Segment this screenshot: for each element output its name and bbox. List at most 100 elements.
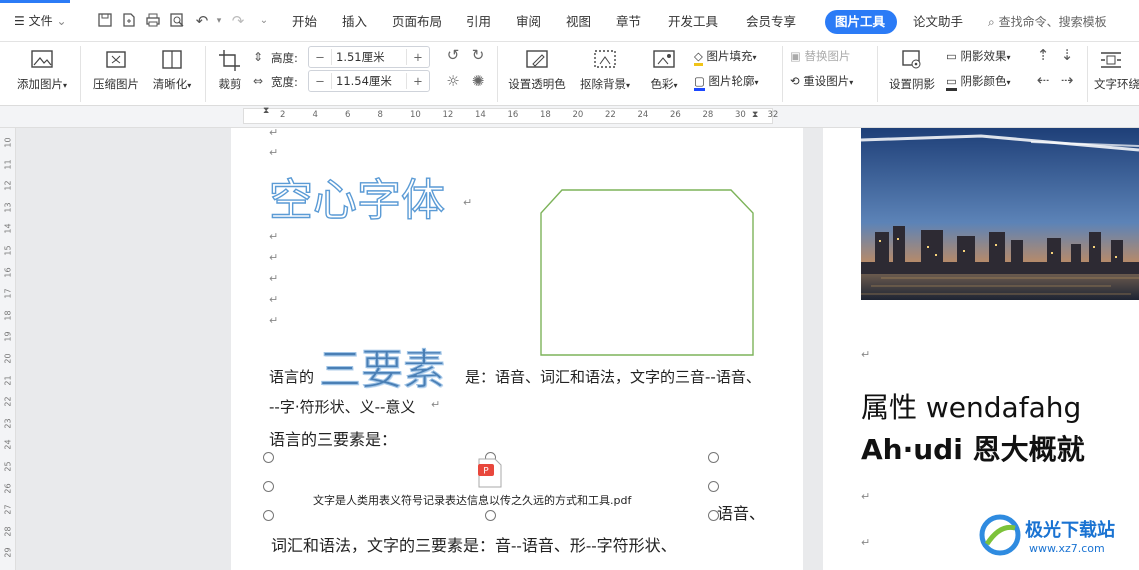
image-fill-button[interactable]: ◇ 图片填充▾ [694,48,757,66]
tab-developer[interactable]: 开发工具 [668,10,718,34]
tab-page-layout[interactable]: 页面布局 [392,10,442,34]
height-input[interactable]: 1.51厘米 [331,49,407,65]
octagon-shape[interactable] [540,189,754,357]
shadow-color-button[interactable]: ▭ 阴影颜色▾ [946,73,1011,91]
reset-image-button[interactable]: ⟲ 重设图片▾ [790,73,853,89]
dropdown-arrow-icon: ▾ [1006,78,1011,87]
watermark-url: www.xz7.com [1029,542,1105,555]
quick-access-more-icon[interactable]: ⌄ [255,12,273,30]
shadow-effect-button[interactable]: ▭ 阴影效果▾ [946,48,1011,64]
set-shadow-button[interactable]: 设置阴影 [885,48,939,92]
ruler-tick-label: 8 [377,110,383,120]
reset-image-label: 重设图片 [803,74,850,88]
shadow-effect-icon: ▭ [946,49,957,63]
set-transparent-color-button[interactable]: 设置透明色 [505,48,569,92]
resize-handle[interactable] [263,481,274,492]
ruler-tick-label: 6 [345,110,351,120]
body-line-2: --字·符形状、义--意义 [269,398,416,416]
tab-picture-tools[interactable]: 图片工具 [825,10,897,34]
ruler-tick-label: 10 [3,137,13,148]
resize-handle[interactable] [708,452,719,463]
paragraph-mark: ↵ [861,348,871,361]
ruler-tick-label: 26 [3,483,13,494]
increase-width-button[interactable]: + [407,74,429,88]
print-preview-icon[interactable] [168,12,186,30]
ruler-tick-label: 22 [3,396,13,407]
set-shadow-label: 设置阴影 [889,77,935,91]
tab-review[interactable]: 审阅 [516,10,541,34]
ribbon-divider [1087,46,1088,102]
rotate-left-icon[interactable]: ↺ [444,46,462,64]
crop-button[interactable]: 裁剪 [213,48,247,92]
compress-image-icon [106,51,126,68]
width-label: 宽度: [271,75,298,89]
shadow-up-icon[interactable]: ⇡ [1034,46,1052,64]
increase-height-button[interactable]: + [407,50,429,64]
text-wrap-icon [1101,52,1121,68]
shadow-down-icon[interactable]: ⇣ [1058,46,1076,64]
paragraph-mark: ↵ [269,230,279,243]
export-pdf-icon[interactable] [120,12,138,30]
document-page-2[interactable]: ↵ 属性 wendafahg Ah·udi 恩大概就 ↵ ↵ 极光下载站 www… [823,128,1139,570]
replace-image-button[interactable]: ▣ 替换图片 [790,48,851,64]
text-wrap-button[interactable]: 文字环绕 [1094,48,1139,92]
decrease-width-button[interactable]: − [309,74,331,88]
shadow-color-icon: ▭ [946,74,957,91]
paragraph-mark: ↵ [269,272,279,285]
rotate-right-icon[interactable]: ↻ [469,46,487,64]
tab-member[interactable]: 会员专享 [746,10,796,34]
clarify-button[interactable]: 清晰化▾ [148,48,196,92]
save-icon[interactable] [96,12,114,30]
brightness-down-icon[interactable]: ✺ [469,72,487,90]
chevron-down-icon: ⌄ [56,14,67,28]
search-input[interactable]: 查找命令、搜索模板 [999,15,1107,29]
document-page[interactable]: ↵ ↵ 空心字体 ↵ ↵ ↵ ↵ ↵ ↵ 语言的 三要素 是：语音、词汇和语法，… [231,126,803,570]
tab-insert[interactable]: 插入 [342,10,367,34]
width-input[interactable]: 11.54厘米 [331,73,407,89]
resize-handle[interactable] [263,510,274,521]
height-stepper[interactable]: − 1.51厘米 + [308,46,430,68]
color-button[interactable]: 色彩▾ [644,48,684,92]
decrease-height-button[interactable]: − [309,50,331,64]
remove-background-button[interactable]: 抠除背景▾ [575,48,635,92]
ribbon-divider [205,46,206,102]
ruler-tick-label: 25 [3,461,13,472]
undo-icon[interactable]: ↶ [193,12,211,30]
image-outline-button[interactable]: ▢ 图片轮廓▾ [694,73,759,91]
tab-home[interactable]: 开始 [292,10,317,34]
horizontal-ruler[interactable]: ⧗ ⧗ 2 4 6 8 10 12 14 16 18 20 22 24 26 28 30 32 [0,106,1139,128]
wordart-three-elements[interactable]: 三要素 [318,336,445,397]
indent-marker[interactable]: ⧗ [263,106,269,116]
pdf-attachment-object[interactable]: P 文字是人类用表义符号记录表达信息以传之久远的方式和工具.pdf [263,452,719,521]
watermark-swirl-icon [979,514,1021,556]
width-stepper[interactable]: − 11.54厘米 + [308,70,430,92]
resize-handle[interactable] [708,481,719,492]
resize-handle[interactable] [485,510,496,521]
brightness-up-icon[interactable]: ☼ [444,72,462,90]
tab-thesis-assistant[interactable]: 论文助手 [913,10,963,34]
shadow-left-icon[interactable]: ⇠ [1034,71,1052,89]
file-menu[interactable]: ☰ 文件 ⌄ [14,10,67,32]
tab-references[interactable]: 引用 [466,10,491,34]
ruler-tick-label: 24 [3,439,13,450]
city-night-photo[interactable] [861,128,1139,300]
set-transparent-label: 设置透明色 [508,77,566,91]
resize-handle[interactable] [263,452,274,463]
ribbon-divider [877,46,878,102]
right-indent-marker[interactable]: ⧗ [752,110,758,120]
tab-chapter[interactable]: 章节 [616,10,641,34]
tab-view[interactable]: 视图 [566,10,591,34]
undo-dropdown-icon[interactable]: ▾ [210,12,228,30]
command-search[interactable]: ⌕ 查找命令、搜索模板 [988,10,1107,34]
body-line-1-suffix: 是：语音、词汇和语法，文字的三音--语音、 [465,368,761,386]
ruler-tick-label: 11 [3,159,13,170]
vertical-ruler[interactable]: 10 11 12 13 14 15 16 17 18 19 20 21 22 23 24 25 26 27 28 29 [0,128,16,570]
add-image-button[interactable]: 添加图片▾ [12,48,72,92]
print-icon[interactable] [144,12,162,30]
hollow-font-title[interactable]: 空心字体 [268,164,445,228]
body-line-3: 语言的三要素是： [269,430,398,449]
shadow-right-icon[interactable]: ⇢ [1058,71,1076,89]
compress-image-button[interactable]: 压缩图片 [90,48,142,92]
right-heading-line-2: Ah·udi 恩大概就 [861,433,1085,466]
redo-icon[interactable]: ↷ [229,12,247,30]
